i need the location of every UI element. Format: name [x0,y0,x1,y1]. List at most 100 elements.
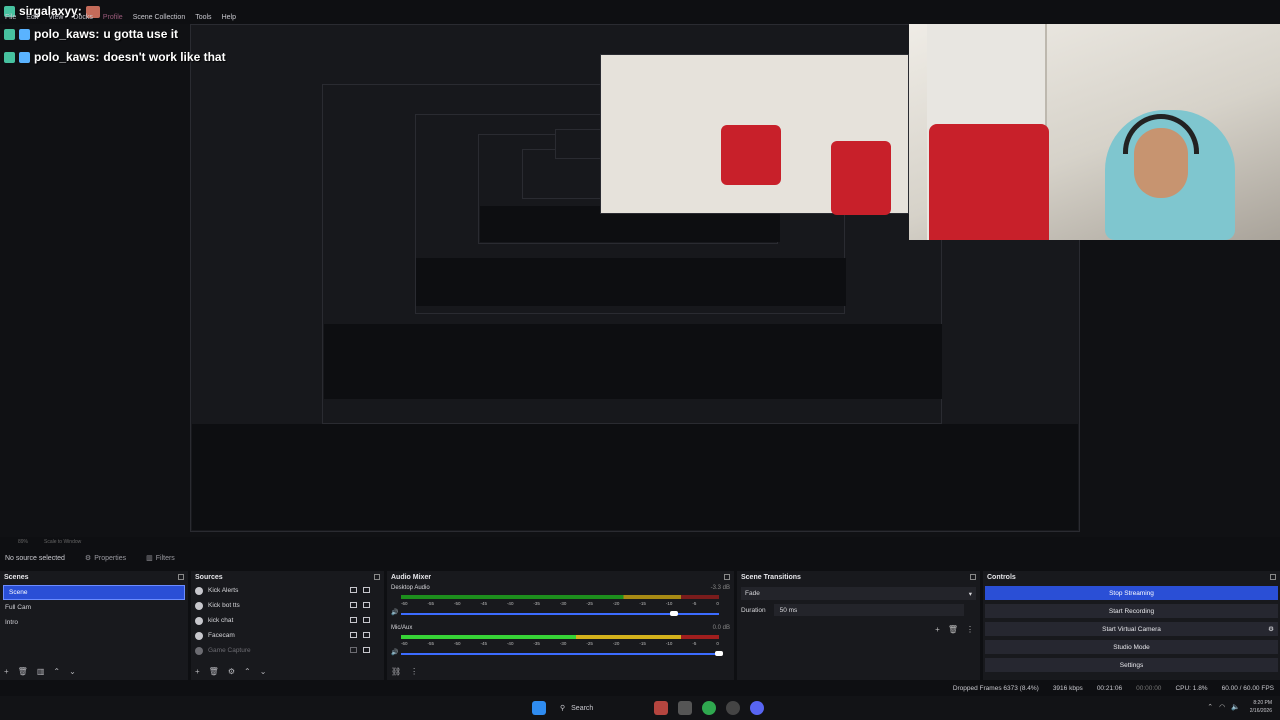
obs-icon[interactable] [726,701,740,715]
chevron-up-icon[interactable]: ⌃ [1207,703,1213,711]
source-item[interactable]: Kick Alerts [191,583,384,598]
eye-icon[interactable] [350,617,357,623]
source-item[interactable]: kick chat [191,613,384,628]
up-icon[interactable]: ⌃ [244,667,251,676]
volume-icon[interactable]: 🔈 [1231,703,1240,711]
canvas-scale-mode[interactable]: Scale to Window [44,539,81,545]
volume-knob[interactable] [670,611,678,616]
menu-profile[interactable]: Profile [103,12,123,24]
properties-button[interactable]: ⚙ Properties [85,554,127,563]
filter-icon[interactable]: ▥ [37,667,45,676]
lock-icon[interactable] [363,647,370,653]
source-item[interactable]: Facecam [191,628,384,643]
speaker-icon[interactable]: 🔊 [391,649,398,656]
properties-label: Properties [94,554,127,562]
chat-badge-icon [19,29,30,40]
source-type-icon [195,616,203,625]
scene-item-full-cam[interactable]: Full Cam [0,600,188,615]
transition-select[interactable]: Fade ▾ [741,587,976,600]
up-icon[interactable]: ⌃ [53,667,60,676]
source-label: Kick bot tts [208,602,240,609]
add-icon[interactable]: + [935,625,940,634]
gear-icon[interactable]: ⚙ [228,667,235,676]
add-icon[interactable]: + [4,667,9,676]
eye-icon[interactable] [350,632,357,638]
menu-file[interactable]: File [5,12,16,24]
channel-db: 0.0 dB [712,625,730,631]
chat-message: polo_kaws: u gotta use it [4,23,226,46]
start-recording-button[interactable]: Start Recording [985,604,1278,618]
scene-item-scene[interactable]: Scene [3,585,185,600]
more-icon[interactable]: ⋮ [966,625,974,634]
menu-view[interactable]: View [48,12,63,24]
more-icon[interactable]: ⋮ [410,667,418,676]
bitrate: 3916 kbps [1052,684,1083,692]
wifi-icon[interactable]: ◠ [1219,703,1225,711]
lock-icon[interactable] [363,587,370,593]
scenes-footer: + 🗑 ▥ ⌃ ⌄ [4,667,76,676]
link-icon[interactable]: ⛓ [391,667,401,676]
windows-start-icon[interactable] [532,701,546,715]
settings-button[interactable]: Settings [985,658,1278,672]
source-type-icon [195,631,203,640]
gear-icon[interactable]: ⚙ [1268,625,1274,633]
dock-undock-icon[interactable] [178,574,184,580]
record-time: 00:00:00 [1136,684,1162,692]
taskbar: ⚲ Search ⌃ ◠ 🔈 8:20 PM 2/16/2026 [0,696,1280,720]
search-icon: ⚲ [560,705,566,712]
webcam-feed [909,24,1280,240]
scenes-header: Scenes [0,571,188,583]
flag-app-icon[interactable] [654,701,668,715]
menu-edit[interactable]: Edit [26,12,38,24]
chat-message: polo_kaws: doesn't work like that [4,46,226,69]
duration-input[interactable]: 50 ms [773,604,964,616]
cpu-usage: CPU: 1.8% [1175,684,1208,692]
dock-undock-icon[interactable] [724,574,730,580]
studio-mode-button[interactable]: Studio Mode [985,640,1278,654]
taskbar-search[interactable]: ⚲ Search [556,700,644,716]
filters-button[interactable]: ▥ Filters [146,554,175,563]
source-label: Facecam [208,632,235,639]
chrome-icon[interactable] [702,701,716,715]
clock[interactable]: 8:20 PM 2/16/2026 [1250,699,1272,715]
stop-streaming-button[interactable]: Stop Streaming [985,586,1278,600]
menu-scene-collection[interactable]: Scene Collection [133,12,186,24]
eye-icon[interactable] [350,587,357,593]
lock-icon[interactable] [363,617,370,623]
status-bar: Dropped Frames 6373 (8.4%) 3916 kbps 00:… [0,682,1280,694]
menu-help[interactable]: Help [222,12,236,24]
lock-icon[interactable] [363,602,370,608]
source-item[interactable]: Game Capture [191,643,384,658]
sources-title: Sources [195,573,223,581]
controls-dock: Controls Stop Streaming Start Recording … [983,571,1280,680]
fps: 60.00 / 60.00 FPS [1221,684,1274,692]
trash-icon[interactable]: 🗑 [209,667,219,676]
dock-undock-icon[interactable] [374,574,380,580]
dock-undock-icon[interactable] [970,574,976,580]
volume-slider[interactable] [401,653,719,655]
file-explorer-icon[interactable] [678,701,692,715]
discord-icon[interactable] [750,701,764,715]
down-icon[interactable]: ⌄ [69,667,76,676]
source-item[interactable]: Kick bot tts [191,598,384,613]
eye-hidden-icon[interactable] [350,647,357,653]
trash-icon[interactable]: 🗑 [18,667,28,676]
source-type-icon [195,646,203,655]
preview-canvas[interactable] [0,24,1280,537]
chat-badge-icon [4,29,15,40]
speaker-icon[interactable]: 🔊 [391,609,398,616]
dock-undock-icon[interactable] [1270,574,1276,580]
add-icon[interactable]: + [195,667,200,676]
menu-docks[interactable]: Docks [73,12,92,24]
menu-tools[interactable]: Tools [195,12,211,24]
start-virtual-camera-button[interactable]: Start Virtual Camera ⚙ [985,622,1278,636]
lock-icon[interactable] [363,632,370,638]
volume-knob[interactable] [715,651,723,656]
scene-item-intro[interactable]: Intro [0,615,188,630]
eye-icon[interactable] [350,602,357,608]
canvas-zoom[interactable]: 89% [18,539,28,545]
source-toolbar: No source selected ⚙ Properties ▥ Filter… [0,549,1280,567]
trash-icon[interactable]: 🗑 [948,625,958,634]
down-icon[interactable]: ⌄ [260,667,267,676]
mixer-title: Audio Mixer [391,573,432,581]
